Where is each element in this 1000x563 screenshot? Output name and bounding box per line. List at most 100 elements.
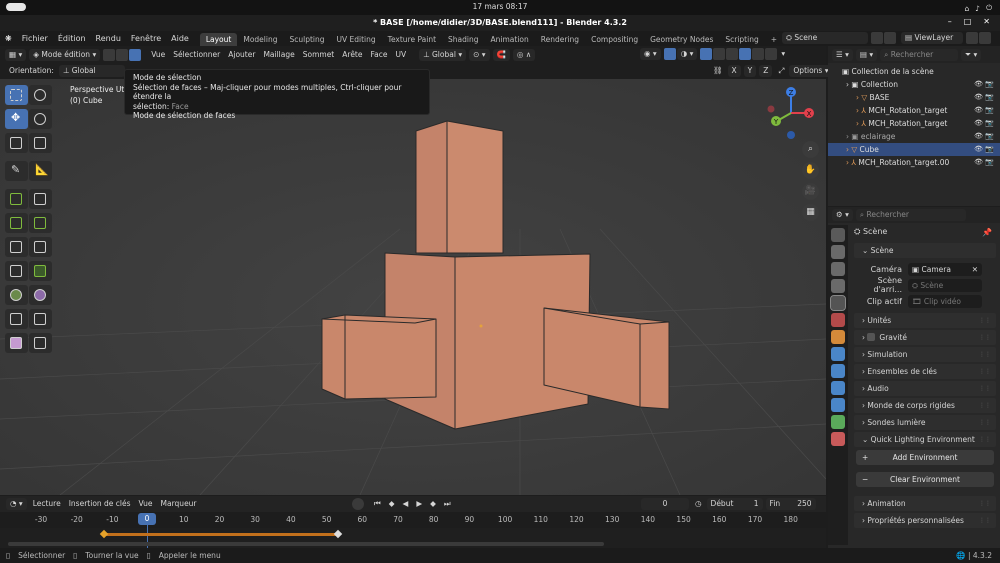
pivot-icon[interactable]: ⊙ ▾: [469, 48, 490, 61]
menu-view[interactable]: Vue: [148, 49, 168, 61]
solid-shading-icon[interactable]: [739, 48, 752, 60]
properties-search[interactable]: ⌕ Rechercher: [855, 209, 966, 221]
tab-layout[interactable]: Layout: [199, 33, 238, 46]
spin-tool-icon[interactable]: [29, 261, 52, 281]
options-dropdown[interactable]: Options ▾: [789, 65, 833, 77]
tab-shading[interactable]: Shading: [442, 33, 484, 46]
3d-viewport[interactable]: Z X Y ⌕ ✋ 🎥 ▦: [0, 79, 826, 495]
mirror-x[interactable]: X: [727, 65, 741, 77]
menu-window[interactable]: Fenêtre: [126, 31, 166, 46]
xray-icon[interactable]: [713, 48, 726, 60]
output-tab-icon[interactable]: [831, 262, 845, 276]
menu-mesh[interactable]: Maillage: [260, 49, 297, 61]
outliner-item[interactable]: › ▽ Cube 👁 📷: [828, 143, 1000, 156]
menu-edit[interactable]: Édition: [53, 31, 91, 46]
pin-icon[interactable]: 📌: [982, 228, 992, 237]
tool-tab-icon[interactable]: [831, 228, 845, 242]
properties-section[interactable]: › Ensembles de clés ⋮⋮: [854, 364, 996, 379]
scene-tab-icon[interactable]: [830, 295, 846, 311]
system-tray[interactable]: ⌂ ♪ ⏻: [965, 3, 993, 13]
material-tab-icon[interactable]: [831, 432, 845, 446]
menu-vertex[interactable]: Sommet: [300, 49, 338, 61]
visibility-toggle-icon[interactable]: 👁 📷: [974, 104, 994, 117]
timeline-ruler[interactable]: [0, 512, 826, 528]
jump-start-icon[interactable]: ⏮: [371, 498, 384, 510]
properties-editor-icon[interactable]: ⚙ ▾: [832, 209, 853, 221]
system-clock[interactable]: 17 mars 08:17: [0, 2, 1000, 11]
visibility-toggle-icon[interactable]: 👁 📷: [974, 91, 994, 104]
add-workspace-icon[interactable]: +: [765, 33, 783, 46]
editor-type-icon[interactable]: ▦ ▾: [5, 48, 27, 61]
transform-orientation[interactable]: ⊥ Global ▾: [419, 48, 467, 61]
tab-geometry-nodes[interactable]: Geometry Nodes: [644, 33, 719, 46]
outliner-item[interactable]: › ⅄ MCH_Rotation_target 👁 📷: [828, 104, 1000, 117]
outliner[interactable]: ☰ ▾ ▤ ▾ ⌕ Rechercher ⏷ ▾ ▣ Collection de…: [828, 46, 1000, 206]
gravity-checkbox[interactable]: [867, 333, 876, 341]
prev-key-icon[interactable]: ◆: [386, 498, 398, 510]
orientation-selector[interactable]: ⊥ Global: [58, 65, 125, 77]
tab-sculpting[interactable]: Sculpting: [283, 33, 330, 46]
close-icon[interactable]: ✕: [983, 17, 990, 26]
edge-slide-tool-icon[interactable]: [5, 309, 28, 329]
snap-icon[interactable]: 🧲: [492, 48, 510, 61]
viewlayer-selector[interactable]: ▤ ViewLayer: [901, 32, 963, 44]
shading-options-icon[interactable]: ▾: [778, 48, 788, 60]
properties-section[interactable]: › Monde de corps rigides ⋮⋮: [854, 398, 996, 413]
outliner-root[interactable]: ▣ Collection de la scène: [828, 65, 1000, 78]
properties-section[interactable]: › Gravité ⋮⋮: [854, 330, 996, 345]
rip-tool-icon[interactable]: [29, 333, 52, 353]
properties-section[interactable]: › Animation ⋮⋮: [854, 496, 996, 511]
clear-camera-icon[interactable]: ✕: [972, 263, 978, 276]
menu-help[interactable]: Aide: [166, 31, 194, 46]
menu-playback[interactable]: Lecture: [30, 498, 64, 510]
gizmo-toggle-icon[interactable]: [663, 48, 676, 60]
outliner-item[interactable]: › ▣ eclairage 👁 📷: [828, 130, 1000, 143]
visibility-toggle-icon[interactable]: 👁 📷: [974, 156, 994, 169]
face-select-icon[interactable]: [129, 48, 142, 61]
outliner-item[interactable]: › ▣ Collection 👁 📷: [828, 78, 1000, 91]
fullscreen-icon[interactable]: ⤢: [775, 65, 787, 77]
start-frame-field[interactable]: Début 1: [706, 498, 763, 510]
clip-field[interactable]: 🎞 Clip vidéo: [908, 294, 982, 308]
drag-handle-icon[interactable]: ⋮⋮: [979, 313, 991, 328]
visibility-toggle-icon[interactable]: 👁 📷: [974, 143, 994, 156]
tab-rendering[interactable]: Rendering: [535, 33, 585, 46]
render-tab-icon[interactable]: [831, 245, 845, 259]
drag-handle-icon[interactable]: ⋮⋮: [979, 347, 991, 362]
tab-scripting[interactable]: Scripting: [719, 33, 764, 46]
record-icon[interactable]: [352, 498, 364, 510]
poly-build-tool-icon[interactable]: [5, 261, 28, 281]
constraints-tab-icon[interactable]: [831, 398, 845, 412]
menu-render[interactable]: Rendu: [91, 31, 126, 46]
delete-scene-icon[interactable]: [884, 32, 896, 44]
visibility-toggle-icon[interactable]: 👁 📷: [974, 130, 994, 143]
visibility-toggle-icon[interactable]: 👁 📷: [974, 117, 994, 130]
add-environment-button[interactable]: + Add Environment: [856, 450, 994, 465]
properties-section[interactable]: › Unités ⋮⋮: [854, 313, 996, 328]
cursor-tool-icon[interactable]: [29, 85, 52, 105]
knife-tool-icon[interactable]: [29, 237, 52, 257]
play-reverse-icon[interactable]: ◀: [400, 498, 412, 510]
drag-handle-icon[interactable]: ⋮⋮: [979, 398, 991, 413]
material-shading-icon[interactable]: [752, 48, 765, 60]
menu-timeline-view[interactable]: Vue: [136, 498, 156, 510]
outliner-item[interactable]: › ⅄ MCH_Rotation_target.00 👁 📷: [828, 156, 1000, 169]
physics-tab-icon[interactable]: [831, 381, 845, 395]
proportional-edit-icon[interactable]: ◎ ∧: [512, 48, 536, 61]
section-scene[interactable]: ⌄ Scène: [854, 243, 996, 258]
drag-handle-icon[interactable]: ⋮⋮: [979, 381, 991, 396]
timeline-scrollbar[interactable]: [8, 542, 604, 546]
object-tab-icon[interactable]: [831, 330, 845, 344]
camera-view-icon[interactable]: 🎥: [802, 183, 819, 200]
measure-tool-icon[interactable]: 📐: [29, 161, 52, 181]
drag-handle-icon[interactable]: ⋮⋮: [979, 330, 991, 345]
move-tool-icon[interactable]: ✥: [5, 109, 28, 129]
delete-viewlayer-icon[interactable]: [979, 32, 991, 44]
drag-handle-icon[interactable]: ⋮⋮: [979, 513, 991, 528]
menu-uv[interactable]: UV: [392, 49, 409, 61]
menu-edge[interactable]: Arête: [339, 49, 365, 61]
data-tab-icon[interactable]: [831, 415, 845, 429]
pan-hand-icon[interactable]: ✋: [802, 162, 819, 179]
menu-face[interactable]: Face: [367, 49, 390, 61]
outliner-search[interactable]: ⌕ Rechercher: [880, 48, 959, 61]
